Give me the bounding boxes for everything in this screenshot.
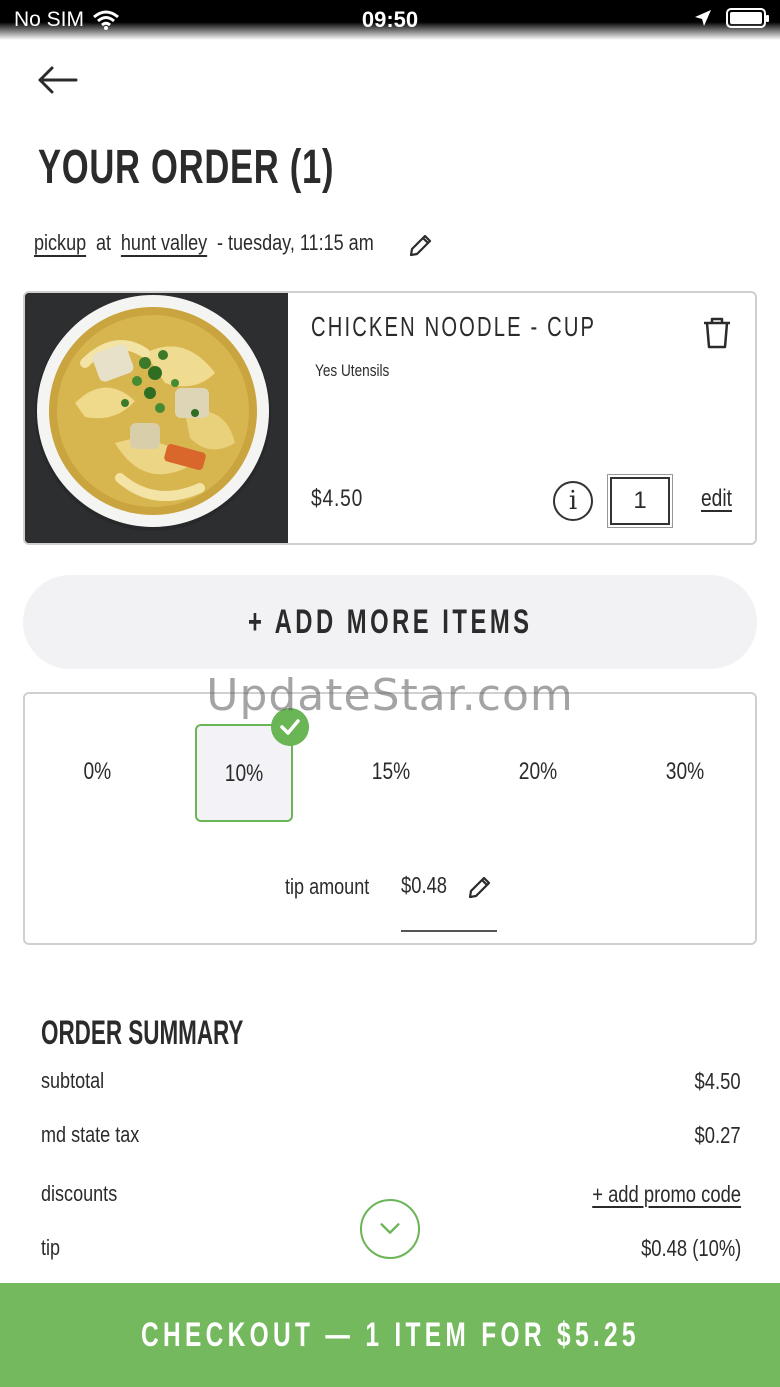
quantity-field[interactable]: 1 bbox=[607, 474, 673, 528]
tip-option-0[interactable]: 0% bbox=[48, 724, 146, 822]
order-mode-link[interactable]: pickup bbox=[34, 230, 86, 256]
tip-option-15[interactable]: 15% bbox=[342, 724, 440, 822]
info-icon[interactable]: i bbox=[553, 481, 593, 521]
order-summary-title: ORDER SUMMARY bbox=[41, 1014, 244, 1052]
tip-amount-input[interactable]: $0.48 bbox=[401, 872, 447, 899]
tip-option-label: 10% bbox=[224, 760, 264, 787]
summary-label: discounts bbox=[41, 1181, 118, 1206]
pencil-icon[interactable] bbox=[465, 874, 493, 902]
edit-item-link[interactable]: edit bbox=[701, 485, 732, 513]
status-bar: No SIM 09:50 bbox=[0, 0, 780, 40]
item-name: CHICKEN NOODLE - CUP bbox=[311, 311, 597, 342]
summary-value: $0.27 bbox=[694, 1122, 741, 1148]
trash-icon[interactable] bbox=[699, 315, 735, 351]
item-photo bbox=[25, 293, 288, 543]
page-title: YOUR ORDER (1) bbox=[38, 141, 335, 194]
tip-option-20[interactable]: 20% bbox=[489, 724, 587, 822]
location-link[interactable]: hunt valley bbox=[121, 230, 207, 256]
battery-icon bbox=[726, 8, 769, 28]
checkout-button[interactable]: CHECKOUT — 1 ITEM FOR $5.25 bbox=[0, 1283, 780, 1387]
summary-row-subtotal: subtotal $4.50 bbox=[41, 1068, 741, 1098]
location-arrow-icon bbox=[695, 10, 711, 26]
tip-option-label: 20% bbox=[518, 758, 558, 785]
order-datetime: - tuesday, 11:15 am bbox=[216, 230, 374, 255]
summary-value: $4.50 bbox=[694, 1068, 741, 1094]
watermark: UpdateStar.com bbox=[206, 670, 574, 721]
add-more-items-label: + ADD MORE ITEMS bbox=[247, 602, 533, 641]
chevron-down-icon[interactable] bbox=[360, 1199, 420, 1259]
tip-selector: 0% 10% 15% 20% 30% tip amount $0.48 bbox=[23, 692, 757, 945]
order-info-line: pickup at hunt valley - tuesday, 11:15 a… bbox=[34, 230, 374, 256]
back-arrow-icon[interactable] bbox=[36, 62, 78, 98]
add-promo-code-link[interactable]: + add promo code bbox=[592, 1181, 741, 1208]
summary-row-tax: md state tax $0.27 bbox=[41, 1122, 741, 1152]
summary-value: $0.48 (10%) bbox=[640, 1235, 741, 1261]
tip-option-label: 30% bbox=[665, 758, 705, 785]
tip-option-30[interactable]: 30% bbox=[636, 724, 734, 822]
checkout-label: CHECKOUT — 1 ITEM FOR $5.25 bbox=[140, 1315, 640, 1354]
tip-option-label: 0% bbox=[83, 758, 111, 785]
order-at-label: at bbox=[95, 230, 112, 255]
item-modifier: Yes Utensils bbox=[315, 361, 390, 380]
summary-label: tip bbox=[41, 1235, 61, 1260]
soup-bowl-image bbox=[25, 293, 288, 543]
status-icons bbox=[694, 8, 769, 28]
tip-amount-underline bbox=[401, 930, 497, 932]
summary-label: md state tax bbox=[41, 1122, 140, 1147]
summary-label: subtotal bbox=[41, 1068, 105, 1093]
pencil-icon[interactable] bbox=[406, 232, 434, 260]
add-more-items-button[interactable]: + ADD MORE ITEMS bbox=[23, 575, 757, 669]
clock: 09:50 bbox=[361, 7, 419, 32]
cart-item-card: CHICKEN NOODLE - CUP Yes Utensils $4.50 … bbox=[23, 291, 757, 545]
tip-amount-label: tip amount bbox=[285, 874, 370, 899]
item-price: $4.50 bbox=[311, 485, 364, 512]
tip-option-label: 15% bbox=[371, 758, 411, 785]
